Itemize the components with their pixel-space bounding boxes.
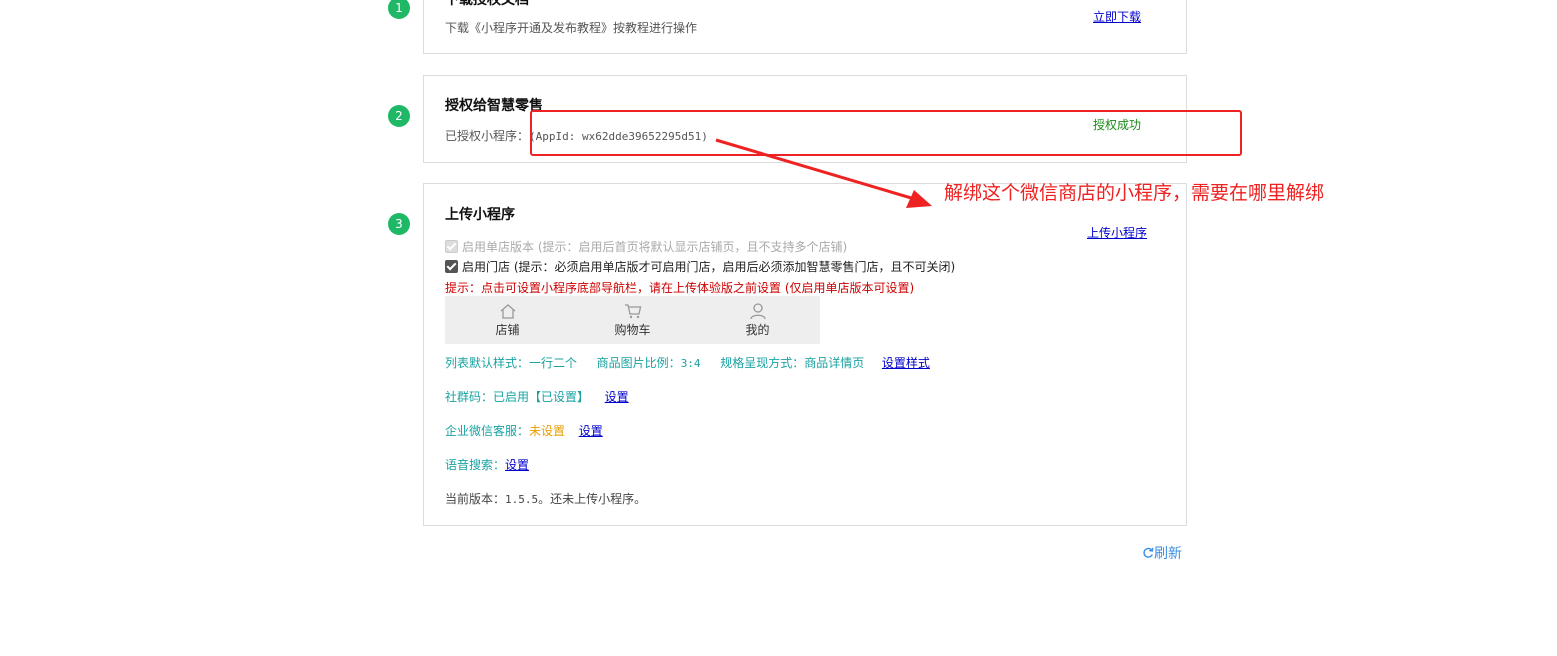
list-style-text: 列表默认样式：一行二个 <box>445 356 578 370</box>
wecom-service-row: 企业微信客服：未设置 设置 <box>445 422 603 439</box>
image-ratio-value: 3:4 <box>680 357 701 370</box>
nav-item-mine[interactable]: 我的 <box>695 296 820 344</box>
annotation-highlight-box <box>530 110 1242 156</box>
step-desc-download: 下载《小程序开通及发布教程》按教程进行操作 <box>445 21 698 35</box>
spec-display-text: 规格呈现方式：商品详情页 <box>720 356 865 370</box>
single-store-checkbox[interactable] <box>445 240 458 253</box>
store-option[interactable]: 启用门店 (提示：必须启用单店版才可启用门店，启用后必须添加智慧零售门店，且不可… <box>445 258 955 275</box>
refresh-label: 刷新 <box>1154 546 1182 562</box>
home-icon <box>500 303 515 319</box>
list-style-row: 列表默认样式：一行二个 商品图片比例：3:4 规格呈现方式：商品详情页 设置样式 <box>445 354 930 371</box>
nav-item-label: 我的 <box>745 322 770 337</box>
cart-icon <box>624 303 641 318</box>
user-icon <box>749 302 766 319</box>
nav-hint: 提示：点击可设置小程序底部导航栏，请在上传体验版之前设置 (仅启用单店版本可设置… <box>445 281 915 295</box>
refresh-icon <box>1143 547 1154 558</box>
refresh-button[interactable]: 刷新 <box>1142 543 1182 563</box>
authorized-label: 已授权小程序： <box>445 129 530 143</box>
step-title-upload: 上传小程序 <box>445 207 515 223</box>
store-label: 启用门店 (提示：必须启用单店版才可启用门店，启用后必须添加智慧零售门店，且不可… <box>462 260 956 274</box>
annotation-text: 解绑这个微信商店的小程序，需要在哪里解绑 <box>944 182 1325 204</box>
version-row: 当前版本：1.5.5。还未上传小程序。 <box>445 490 646 507</box>
voice-search-row: 语音搜索：设置 <box>445 456 529 473</box>
step-title-download: 下载授权文档 <box>445 0 529 8</box>
wecom-status: 未设置 <box>529 424 566 438</box>
nav-item-cart[interactable]: 购物车 <box>570 296 695 344</box>
step-title-authorize: 授权给智慧零售 <box>445 98 543 114</box>
step-number-3: 3 <box>388 213 410 235</box>
upload-miniprogram-link[interactable]: 上传小程序 <box>1087 224 1147 241</box>
nav-item-label: 店铺 <box>495 322 520 337</box>
voice-search-set-link[interactable]: 设置 <box>505 458 529 472</box>
version-label: 当前版本： <box>445 492 506 506</box>
nav-item-label: 购物车 <box>614 322 651 337</box>
community-code-row: 社群码：已启用【已设置】 设置 <box>445 388 629 405</box>
set-style-link[interactable]: 设置样式 <box>882 356 930 370</box>
store-checkbox[interactable] <box>445 260 458 273</box>
download-link[interactable]: 立即下载 <box>1093 8 1141 25</box>
community-code-set-link[interactable]: 设置 <box>605 390 629 404</box>
step-number-1: 1 <box>388 0 410 19</box>
wecom-label: 企业微信客服： <box>445 424 530 438</box>
step-card-upload: 上传小程序 上传小程序 启用单店版本 (提示：启用后首页将默认显示店铺页，且不支… <box>423 183 1187 526</box>
image-ratio-label: 商品图片比例： <box>596 356 681 370</box>
version-note: 。还未上传小程序。 <box>538 492 647 506</box>
wecom-set-link[interactable]: 设置 <box>579 424 603 438</box>
step-number-2: 2 <box>388 105 410 127</box>
nav-item-store[interactable]: 店铺 <box>445 296 570 344</box>
bottom-navbar-preview: 店铺 购物车 我的 <box>445 296 820 344</box>
voice-search-label: 语音搜索： <box>445 458 506 472</box>
single-store-label: 启用单店版本 (提示：启用后首页将默认显示店铺页，且不支持多个店铺) <box>462 240 848 254</box>
community-code-text: 社群码：已启用【已设置】 <box>445 390 590 404</box>
version-value: 1.5.5 <box>505 493 539 506</box>
step-card-download: 下载授权文档 下载《小程序开通及发布教程》按教程进行操作 立即下载 <box>423 0 1187 54</box>
single-store-option[interactable]: 启用单店版本 (提示：启用后首页将默认显示店铺页，且不支持多个店铺) <box>445 238 847 255</box>
